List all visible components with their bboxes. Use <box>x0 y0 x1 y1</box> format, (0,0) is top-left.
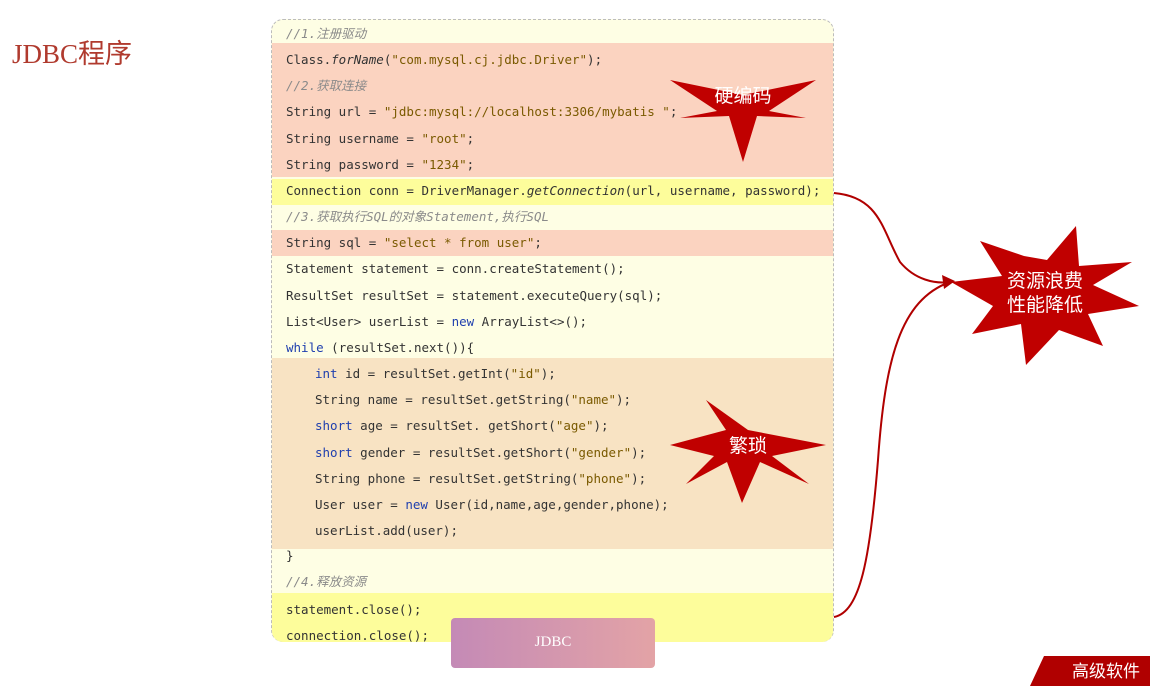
hardcode-label: 硬编码 <box>714 85 772 107</box>
waste-label-line2: 性能降低 <box>1006 294 1083 316</box>
tedious-label: 繁琐 <box>728 435 767 457</box>
arrow-head <box>942 275 955 289</box>
jdbc-tab[interactable]: JDBC <box>451 618 655 668</box>
arrow-bottom-connector <box>833 281 951 618</box>
arrow-top-connector <box>833 192 951 284</box>
corner-banner-text: 高级软件 <box>1072 662 1140 682</box>
waste-label-line1: 资源浪费 <box>1006 270 1083 292</box>
callout-overlay <box>670 38 1139 618</box>
